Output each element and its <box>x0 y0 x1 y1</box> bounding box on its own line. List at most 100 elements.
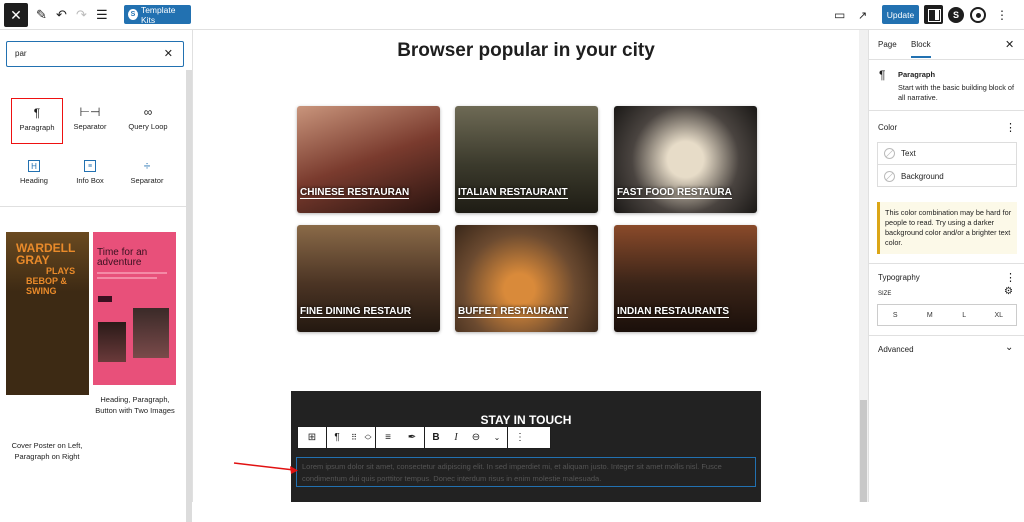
transform-block-icon[interactable]: ⊞ <box>298 427 326 448</box>
block-separator[interactable]: ⊢⊣ Separator <box>64 98 116 144</box>
move-up-down-icon[interactable]: ︿ ﹀ <box>361 427 375 448</box>
italic-icon[interactable]: I <box>447 427 465 448</box>
color-swatch-icon <box>884 170 895 182</box>
highlighter-icon[interactable]: ✒ <box>400 427 424 448</box>
divider <box>869 263 1024 264</box>
block-label: Heading <box>20 176 48 185</box>
page-title[interactable]: Browser popular in your city <box>193 40 859 62</box>
section-heading[interactable]: STAY IN TOUCH <box>291 413 761 427</box>
infobox-icon: ≡ <box>84 160 96 172</box>
settings-panel-icon[interactable] <box>924 5 943 24</box>
restaurant-card[interactable]: FINE DINING RESTAUR <box>297 225 440 332</box>
pattern-image <box>133 308 169 358</box>
annotation-arrow-icon <box>233 462 298 474</box>
block-query-loop[interactable]: ∞ Query Loop <box>121 98 175 144</box>
close-icon[interactable]: ✕ <box>1005 38 1014 51</box>
block-label: Separator <box>130 176 164 185</box>
plugin-o-icon[interactable] <box>970 4 986 26</box>
external-view-icon[interactable]: ↗ <box>858 4 867 26</box>
block-separator-2[interactable]: ÷ Separator <box>121 152 173 198</box>
typography-panel-title[interactable]: Typography <box>878 273 920 282</box>
tab-block[interactable]: Block <box>911 40 931 58</box>
restaurant-card[interactable]: CHINESE RESTAURAN <box>297 106 440 213</box>
color-panel-title[interactable]: Color <box>878 123 897 132</box>
undo-icon[interactable]: ↶ <box>56 4 67 26</box>
pattern-label: Heading, Paragraph, Button with Two Imag… <box>95 395 175 415</box>
block-description: Start with the basic building block of a… <box>898 83 1015 102</box>
card-label: CHINESE RESTAURAN <box>300 187 410 199</box>
card-label: FINE DINING RESTAUR <box>300 306 411 318</box>
pilcrow-icon: ¶ <box>33 106 41 120</box>
divider <box>0 206 186 207</box>
pilcrow-icon: ¶ <box>879 68 886 82</box>
block-info-box[interactable]: ≡ Info Box <box>64 152 116 198</box>
poster-line: PLAYS <box>46 266 76 276</box>
pattern-button <box>98 296 112 302</box>
list-view-icon[interactable]: ☰ <box>96 4 108 26</box>
block-search-input[interactable]: par ✕ <box>6 41 184 67</box>
color-option-label: Text <box>901 149 916 158</box>
restaurant-card[interactable]: FAST FOOD RESTAURA <box>614 106 757 213</box>
redo-icon[interactable]: ↷ <box>76 4 87 26</box>
canvas-scrollbar[interactable] <box>859 30 868 502</box>
more-options-icon[interactable]: ⋮ <box>508 427 532 448</box>
template-kits-button[interactable]: S Template Kits <box>124 5 191 25</box>
more-options-icon[interactable]: ⋮ <box>1005 121 1016 134</box>
tab-page[interactable]: Page <box>878 40 897 49</box>
link-icon[interactable]: ⊖ <box>465 427 487 448</box>
desktop-preview-icon[interactable]: ▭ <box>834 4 845 26</box>
chevron-down-icon[interactable]: ⌄ <box>487 427 507 448</box>
size-option-s[interactable]: S <box>878 305 913 325</box>
text-color-option[interactable]: Text <box>878 143 1016 165</box>
divider <box>869 110 1024 111</box>
clear-search-icon[interactable]: ✕ <box>164 47 173 60</box>
close-icon[interactable]: ✕ <box>4 3 28 27</box>
block-inserter-panel: par ✕ ¶ Paragraph ⊢⊣ Separator ∞ Query L… <box>0 30 193 522</box>
inserter-scrollbar[interactable] <box>186 70 192 522</box>
scrollbar-thumb[interactable] <box>186 70 192 522</box>
template-kits-logo-icon: S <box>128 9 138 20</box>
more-options-icon[interactable]: ⋮ <box>996 4 1008 26</box>
update-button[interactable]: Update <box>882 5 919 24</box>
bold-icon[interactable]: B <box>425 427 447 448</box>
size-option-xl[interactable]: XL <box>982 305 1017 325</box>
separator-icon: ÷ <box>143 159 151 173</box>
plugin-s-icon[interactable]: S <box>948 4 964 26</box>
loop-icon: ∞ <box>143 105 153 119</box>
block-heading[interactable]: H Heading <box>8 152 60 198</box>
size-label: SIZE <box>878 291 892 297</box>
advanced-panel-title[interactable]: Advanced <box>878 345 914 354</box>
pattern-heading: Time for an adventure <box>97 248 147 268</box>
search-value: par <box>15 49 27 58</box>
pattern-text-line <box>97 272 167 274</box>
custom-size-settings-icon[interactable]: ⚙ <box>1004 286 1013 297</box>
more-options-icon[interactable]: ⋮ <box>1005 271 1016 284</box>
align-left-icon[interactable]: ≡ <box>376 427 400 448</box>
color-option-label: Background <box>901 171 944 181</box>
font-size-picker: S M L XL <box>877 304 1017 326</box>
settings-sidebar: Page Block ✕ ¶ Paragraph Start with the … <box>868 30 1024 502</box>
block-label: Info Box <box>76 176 104 185</box>
restaurant-card[interactable]: INDIAN RESTAURANTS <box>614 225 757 332</box>
drag-handle-icon[interactable]: ⠿ <box>347 427 361 448</box>
poster-line: BEBOP & <box>26 276 67 286</box>
editor-canvas: Browser popular in your city CHINESE RES… <box>193 30 859 502</box>
block-paragraph[interactable]: ¶ Paragraph <box>11 98 63 144</box>
separator-icon: ⊢⊣ <box>79 105 101 119</box>
background-color-option[interactable]: Background <box>878 165 1016 187</box>
divider <box>869 335 1024 336</box>
scrollbar-thumb[interactable] <box>860 400 867 502</box>
restaurant-card[interactable]: BUFFET RESTAURANT <box>455 225 598 332</box>
pattern-cover-poster[interactable]: WARDELL GRAY PLAYS BEBOP & SWING <box>6 232 89 395</box>
chevron-down-icon[interactable]: ⌄ <box>1005 342 1013 353</box>
paragraph-block[interactable]: Lorem ipsum dolor sit amet, consectetur … <box>296 457 756 487</box>
poster-line: GRAY <box>16 253 50 267</box>
size-option-l[interactable]: L <box>947 305 982 325</box>
card-label: BUFFET RESTAURANT <box>458 306 569 318</box>
pattern-two-images[interactable]: Time for an adventure <box>93 232 176 385</box>
pilcrow-icon[interactable]: ¶ <box>327 427 347 448</box>
color-swatch-icon <box>884 148 895 159</box>
pencil-icon[interactable]: ✎ <box>36 4 47 26</box>
size-option-m[interactable]: M <box>913 305 948 325</box>
restaurant-card[interactable]: ITALIAN RESTAURANT <box>455 106 598 213</box>
